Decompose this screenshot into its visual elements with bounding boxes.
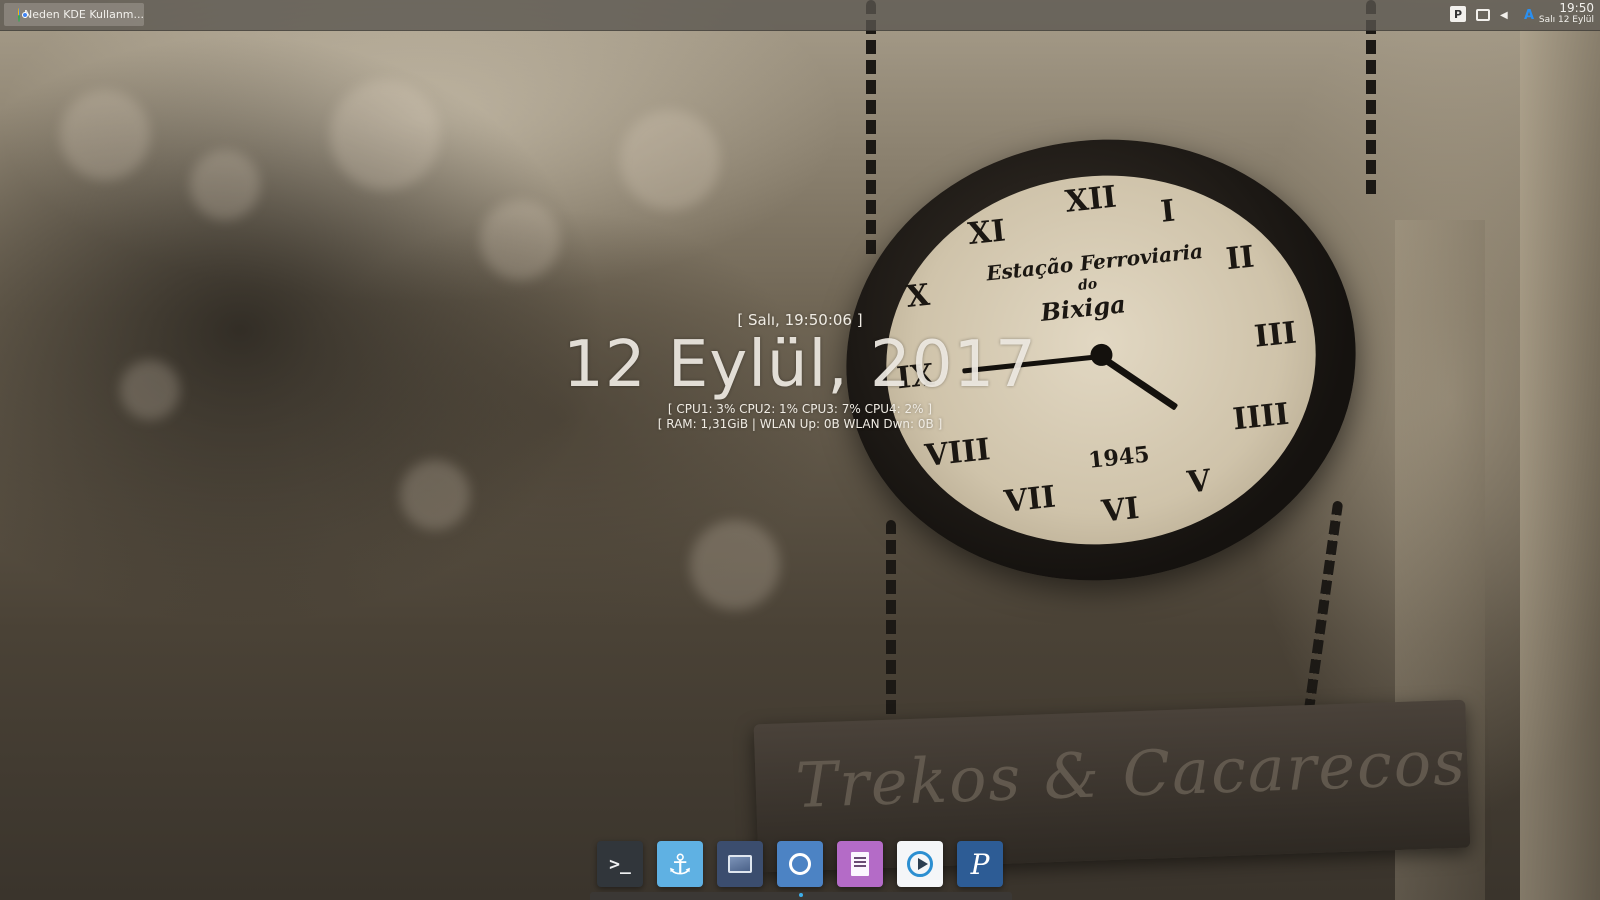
taskbar-window-title: Neden KDE Kullanm... xyxy=(23,8,144,21)
bokeh-light xyxy=(60,90,150,180)
p-app-icon[interactable]: P xyxy=(957,841,1003,887)
chain xyxy=(866,0,876,260)
bokeh-light xyxy=(690,520,780,610)
pillar xyxy=(1520,30,1600,900)
volume-icon[interactable]: ◀ xyxy=(1500,6,1508,24)
panel-clock[interactable]: 19:50 Salı 12 Eylül xyxy=(1539,1,1594,26)
numeral-i: I xyxy=(1159,193,1177,230)
bokeh-light xyxy=(330,80,440,190)
numeral-x: X xyxy=(904,277,932,315)
chain xyxy=(1302,500,1344,720)
panel-clock-date: Salı 12 Eylül xyxy=(1538,15,1594,25)
dock-bar xyxy=(590,892,1012,900)
chromium-icon[interactable] xyxy=(777,841,823,887)
sign-text: Trekos & Cacarecos xyxy=(794,725,1468,823)
panel-clock-time: 19:50 xyxy=(1559,1,1594,15)
numeral-xi: XI xyxy=(966,213,1008,253)
taskbar-window-button[interactable]: Neden KDE Kullanm... xyxy=(4,3,144,26)
bokeh-light xyxy=(400,460,470,530)
plasma-p-icon[interactable]: P xyxy=(1450,6,1466,22)
chain xyxy=(886,520,896,730)
text-editor-icon[interactable] xyxy=(837,841,883,887)
window-icon[interactable] xyxy=(1476,9,1490,21)
numeral-v: V xyxy=(1185,463,1213,501)
top-panel: Neden KDE Kullanm... P ◀ A 19:50 Salı 12… xyxy=(0,0,1600,31)
bokeh-light xyxy=(190,150,260,220)
face-year: 1945 xyxy=(1087,441,1151,474)
ring-glyph xyxy=(789,853,811,875)
chrome-icon xyxy=(18,7,28,22)
page-glyph xyxy=(851,852,869,876)
terminal-icon[interactable]: >_ xyxy=(597,841,643,887)
bokeh-light xyxy=(480,200,560,280)
numeral-vi: VI xyxy=(1100,490,1141,530)
image-viewer-icon[interactable] xyxy=(717,841,763,887)
numeral-vii: VII xyxy=(1002,479,1058,520)
numeral-ii: II xyxy=(1224,239,1256,278)
active-indicator xyxy=(799,893,803,897)
conky-time-line: [ Salı, 19:50:06 ] xyxy=(737,311,863,329)
anchor-icon[interactable]: ⚓ xyxy=(657,841,703,887)
bokeh-light xyxy=(620,110,720,210)
network-a-icon[interactable]: A xyxy=(1524,6,1534,24)
numeral-xii: XII xyxy=(1063,179,1119,220)
media-player-icon[interactable] xyxy=(897,841,943,887)
picture-glyph xyxy=(728,855,752,873)
conky-net-line: [ RAM: 1,31GiB | WLAN Up: 0B WLAN Dwn: 0… xyxy=(657,417,943,431)
conky-date-line: 12 Eylül, 2017 xyxy=(563,328,1037,402)
numeral-viii: VIII xyxy=(923,432,992,474)
conky-cpu-line: [ CPU1: 3% CPU2: 1% CPU3: 7% CPU4: 2% ] xyxy=(667,402,933,416)
desktop-wallpaper: XII I II III IIII V VI VII VIII IX X XI … xyxy=(0,0,1600,900)
play-glyph xyxy=(907,851,933,877)
